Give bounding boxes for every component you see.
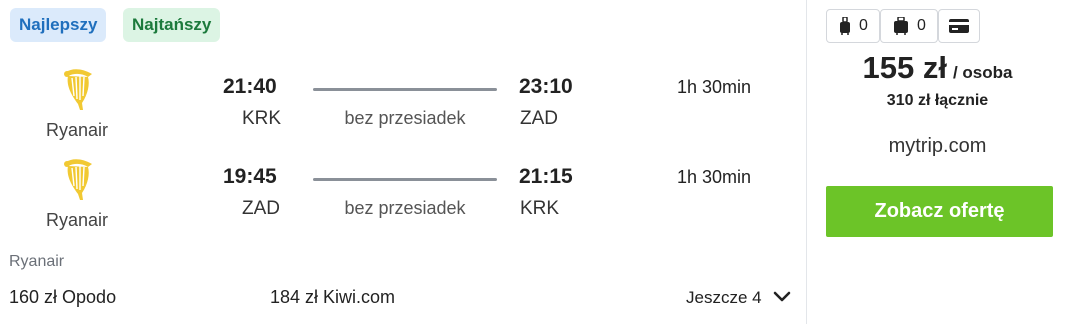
cheapest-badge: Najtańszy (123, 8, 221, 42)
stops-label: bez przesiadek (344, 198, 466, 218)
checked-bag-icon (894, 17, 908, 35)
departure-time: 19:45 (223, 165, 277, 188)
more-offers-label: Jeszcze 4 (686, 288, 762, 307)
arrival-time: 23:10 (519, 75, 573, 98)
cabin-bag-count: 0 (859, 17, 868, 34)
flight-result-card[interactable]: Najlepszy Najtańszy Ryanair 21:40 23:10 … (0, 0, 1068, 324)
flight-duration: 1h 30min (677, 167, 752, 187)
departure-time: 21:40 (223, 75, 277, 98)
ryanair-harp-icon (64, 159, 92, 200)
ryanair-harp-icon (64, 69, 92, 110)
checked-bag-count: 0 (917, 17, 926, 34)
price-unit: / osoba (952, 63, 1013, 82)
flight-duration: 1h 30min (677, 77, 752, 97)
price-per-person: 155 zł / osoba (807, 50, 1068, 86)
outbound-leg: Ryanair 21:40 23:10 KRK bez przesiadek Z… (0, 62, 806, 152)
operated-by-airline: Ryanair (9, 253, 65, 270)
best-badge: Najlepszy (10, 8, 107, 42)
more-offers-toggle[interactable]: Jeszcze 4 (686, 288, 791, 308)
arrival-airport: ZAD (520, 108, 558, 129)
price-total: 310 zł łącznie (886, 92, 989, 109)
stops-label: bez przesiadek (344, 108, 466, 128)
chevron-down-icon (773, 291, 791, 302)
route-line (313, 88, 497, 91)
card-icon (949, 19, 969, 33)
itinerary-panel: Najlepszy Najtańszy Ryanair 21:40 23:10 … (0, 0, 806, 324)
provider-name: mytrip.com (888, 135, 987, 157)
price-amount: 155 zł (862, 50, 947, 85)
arrival-time: 21:15 (519, 165, 573, 188)
airline-name: Ryanair (45, 210, 109, 230)
checked-bag-indicator[interactable]: 0 (880, 9, 938, 43)
cabin-bag-icon (840, 17, 850, 35)
route-line (313, 178, 497, 181)
alternative-offer-kiwi[interactable]: 184 zł Kiwi.com (270, 287, 395, 308)
return-leg: Ryanair 19:45 21:15 ZAD bez przesiadek K… (0, 152, 806, 242)
departure-airport: ZAD (242, 198, 280, 219)
cabin-bag-indicator[interactable]: 0 (826, 9, 880, 43)
departure-airport: KRK (242, 108, 282, 129)
airline-name: Ryanair (45, 120, 109, 140)
view-offer-button[interactable]: Zobacz ofertę (826, 186, 1053, 237)
arrival-airport: KRK (520, 198, 560, 219)
price-panel: 0 0 155 zł / osoba 310 zł łącznie mytrip.… (807, 0, 1068, 324)
payment-card-indicator[interactable] (938, 9, 980, 43)
alternative-offer-opodo[interactable]: 160 zł Opodo (9, 287, 116, 308)
